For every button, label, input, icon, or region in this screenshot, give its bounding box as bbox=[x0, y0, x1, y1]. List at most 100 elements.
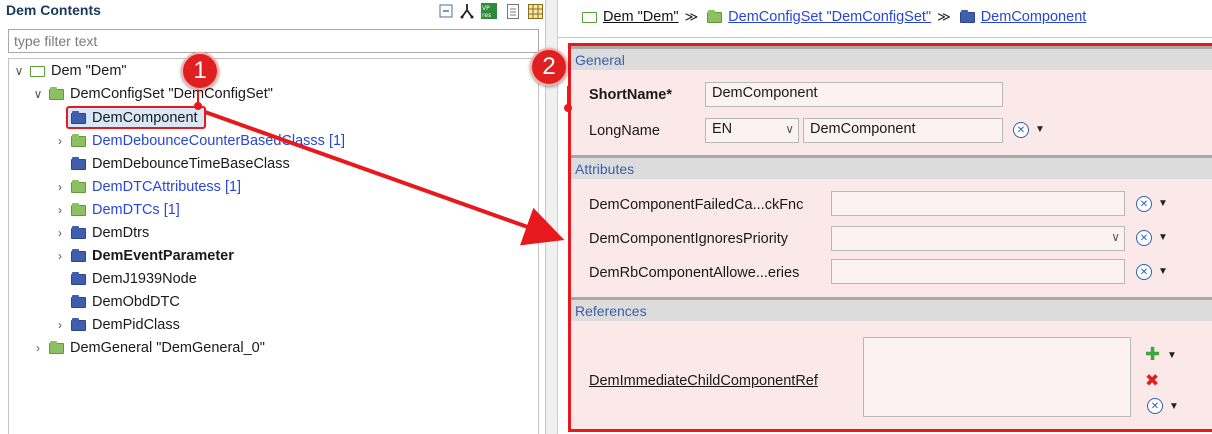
vp-res-icon[interactable]: VP res bbox=[480, 2, 498, 20]
tree-item-label: DemDtrs bbox=[92, 225, 150, 241]
dropdown-triangle-icon[interactable]: ▼ bbox=[1158, 232, 1168, 243]
chevron-down-icon[interactable]: ∨ bbox=[12, 64, 26, 78]
chevron-right-icon[interactable]: › bbox=[53, 134, 67, 148]
filter-input[interactable] bbox=[8, 29, 539, 53]
chevron-right-icon[interactable]: › bbox=[53, 318, 67, 332]
chevron-down-icon: ∨ bbox=[1111, 230, 1120, 244]
ref-label-link[interactable]: DemImmediateChildComponentRef bbox=[589, 373, 818, 389]
tree-item-demcomponent[interactable]: DemComponent bbox=[53, 107, 198, 129]
annotation-badge-1: 1 bbox=[181, 52, 219, 90]
folder-icon bbox=[49, 340, 64, 354]
shortname-field[interactable]: DemComponent bbox=[705, 82, 1003, 107]
language-select[interactable]: EN ∨ bbox=[705, 118, 799, 143]
section-heading: References bbox=[575, 303, 647, 319]
folder-icon bbox=[71, 317, 86, 331]
tree-item-label: DemComponent bbox=[92, 110, 198, 126]
tree-item-label: DemGeneral "DemGeneral_0" bbox=[70, 340, 265, 356]
dropdown-triangle-icon[interactable]: ▼ bbox=[1158, 198, 1168, 209]
properties-form: General ShortName* DemComponent LongName… bbox=[568, 43, 1212, 432]
folder-icon bbox=[71, 179, 86, 193]
action-menu-icon[interactable]: ✕ bbox=[1136, 230, 1152, 246]
chevron-right-icon[interactable]: › bbox=[53, 226, 67, 240]
link-icon[interactable] bbox=[458, 2, 476, 20]
action-menu-icon[interactable]: ✕ bbox=[1136, 196, 1152, 212]
tree-item-label: Dem "Dem" bbox=[51, 63, 127, 79]
tree-item-demdtcattributess[interactable]: › DemDTCAttributess [1] bbox=[53, 176, 241, 198]
document-icon[interactable] bbox=[504, 2, 522, 20]
chevron-right-icon[interactable]: › bbox=[53, 249, 67, 263]
chevron-right-icon[interactable]: › bbox=[31, 341, 45, 355]
tree-item-dempidclass[interactable]: › DemPidClass bbox=[53, 314, 180, 336]
tree-item-label: DemDTCAttributess [1] bbox=[92, 179, 242, 195]
breadcrumb-item-dem[interactable]: Dem "Dem" bbox=[603, 9, 679, 25]
tree-item-demdebouncetimebaseclass[interactable]: DemDebounceTimeBaseClass bbox=[53, 153, 290, 175]
ignores-priority-select[interactable]: ∨ bbox=[831, 226, 1125, 251]
chevron-right-icon[interactable]: › bbox=[53, 180, 67, 194]
panel-title: Dem Contents bbox=[6, 2, 101, 18]
failed-callback-field[interactable] bbox=[831, 191, 1125, 216]
tree-item-demeventparameter[interactable]: › DemEventParameter bbox=[53, 245, 234, 267]
action-menu-icon[interactable]: ✕ bbox=[1147, 398, 1163, 414]
dropdown-triangle-icon[interactable]: ▼ bbox=[1158, 266, 1168, 277]
annotation-badge-2: 2 bbox=[530, 48, 568, 86]
language-value: EN bbox=[712, 121, 733, 137]
breadcrumb-separator: ≫ bbox=[937, 9, 951, 24]
tree-item-label: DemDTCs [1] bbox=[92, 202, 180, 218]
attribute-label: DemComponentFailedCa...ckFnc bbox=[589, 197, 804, 213]
attribute-label: DemComponentIgnoresPriority bbox=[589, 231, 789, 247]
folder-icon bbox=[71, 156, 86, 170]
folder-icon bbox=[30, 65, 45, 77]
tree-item-demobddtc[interactable]: DemObdDTC bbox=[53, 291, 180, 313]
dropdown-triangle-icon[interactable]: ▼ bbox=[1167, 350, 1177, 361]
tree-item-demj1939node[interactable]: DemJ1939Node bbox=[53, 268, 197, 290]
folder-icon bbox=[71, 294, 86, 308]
chevron-down-icon[interactable]: ∨ bbox=[31, 87, 45, 101]
dropdown-triangle-icon[interactable]: ▼ bbox=[1035, 124, 1045, 135]
reference-list[interactable] bbox=[863, 337, 1131, 417]
shortname-label: ShortName* bbox=[589, 87, 672, 103]
grid-icon[interactable] bbox=[526, 2, 544, 20]
tree-item-dem[interactable]: ∨ Dem "Dem" bbox=[12, 60, 127, 82]
section-references[interactable]: References bbox=[571, 297, 1212, 321]
section-heading: General bbox=[575, 52, 625, 68]
editor-panel: Dem "Dem" ≫ DemConfigSet "DemConfigSet" … bbox=[558, 0, 1212, 434]
folder-icon bbox=[71, 202, 86, 216]
section-attributes[interactable]: Attributes bbox=[571, 155, 1212, 179]
chevron-right-icon[interactable]: › bbox=[53, 203, 67, 217]
folder-icon bbox=[71, 225, 86, 239]
app-window: Dem Contents VPres ∨ Dem "Dem" bbox=[0, 0, 1212, 434]
action-menu-icon[interactable]: ✕ bbox=[1136, 264, 1152, 280]
delete-icon[interactable]: ✖ bbox=[1145, 371, 1159, 391]
folder-icon bbox=[49, 86, 64, 100]
breadcrumb-item-demcomponent[interactable]: DemComponent bbox=[981, 9, 1087, 25]
attribute-label: DemRbComponentAllowe...eries bbox=[589, 265, 800, 281]
folder-icon bbox=[71, 133, 86, 147]
folder-icon bbox=[959, 9, 975, 23]
breadcrumb: Dem "Dem" ≫ DemConfigSet "DemConfigSet" … bbox=[582, 9, 1086, 25]
section-heading: Attributes bbox=[575, 161, 635, 177]
dropdown-triangle-icon[interactable]: ▼ bbox=[1169, 401, 1179, 412]
tree-item-demconfigset[interactable]: ∨ DemConfigSet "DemConfigSet" bbox=[31, 83, 273, 105]
allowed-queries-field[interactable] bbox=[831, 259, 1125, 284]
tree-item-label: DemEventParameter bbox=[92, 248, 234, 264]
folder-icon bbox=[71, 271, 86, 285]
section-general[interactable]: General bbox=[571, 46, 1212, 70]
tree-item-label: DemDebounceCounterBasedClasss [1] bbox=[92, 133, 346, 149]
tree-item-label: DemObdDTC bbox=[92, 294, 180, 310]
panel-header: Dem Contents VP res bbox=[0, 0, 546, 24]
tree-item-demdebouncecounterbasedclasss[interactable]: › DemDebounceCounterBasedClasss [1] bbox=[53, 130, 345, 152]
tree-item-demdtrs[interactable]: › DemDtrs bbox=[53, 222, 149, 244]
add-icon[interactable]: ✚ bbox=[1145, 344, 1160, 365]
longname-label: LongName bbox=[589, 123, 660, 139]
breadcrumb-separator: ≫ bbox=[684, 9, 699, 24]
tree-item-demdtcs[interactable]: › DemDTCs [1] bbox=[53, 199, 180, 221]
collapse-all-icon[interactable] bbox=[437, 2, 455, 20]
action-menu-icon[interactable]: ✕ bbox=[1013, 122, 1029, 138]
svg-text:res: res bbox=[482, 12, 491, 19]
tree-item-label: DemPidClass bbox=[92, 317, 180, 333]
folder-icon bbox=[707, 9, 723, 23]
tree-item-demgeneral[interactable]: › DemGeneral "DemGeneral_0" bbox=[31, 337, 265, 359]
folder-icon bbox=[71, 110, 86, 124]
breadcrumb-item-demconfigset[interactable]: DemConfigSet "DemConfigSet" bbox=[728, 9, 931, 25]
longname-field[interactable]: DemComponent bbox=[803, 118, 1003, 143]
